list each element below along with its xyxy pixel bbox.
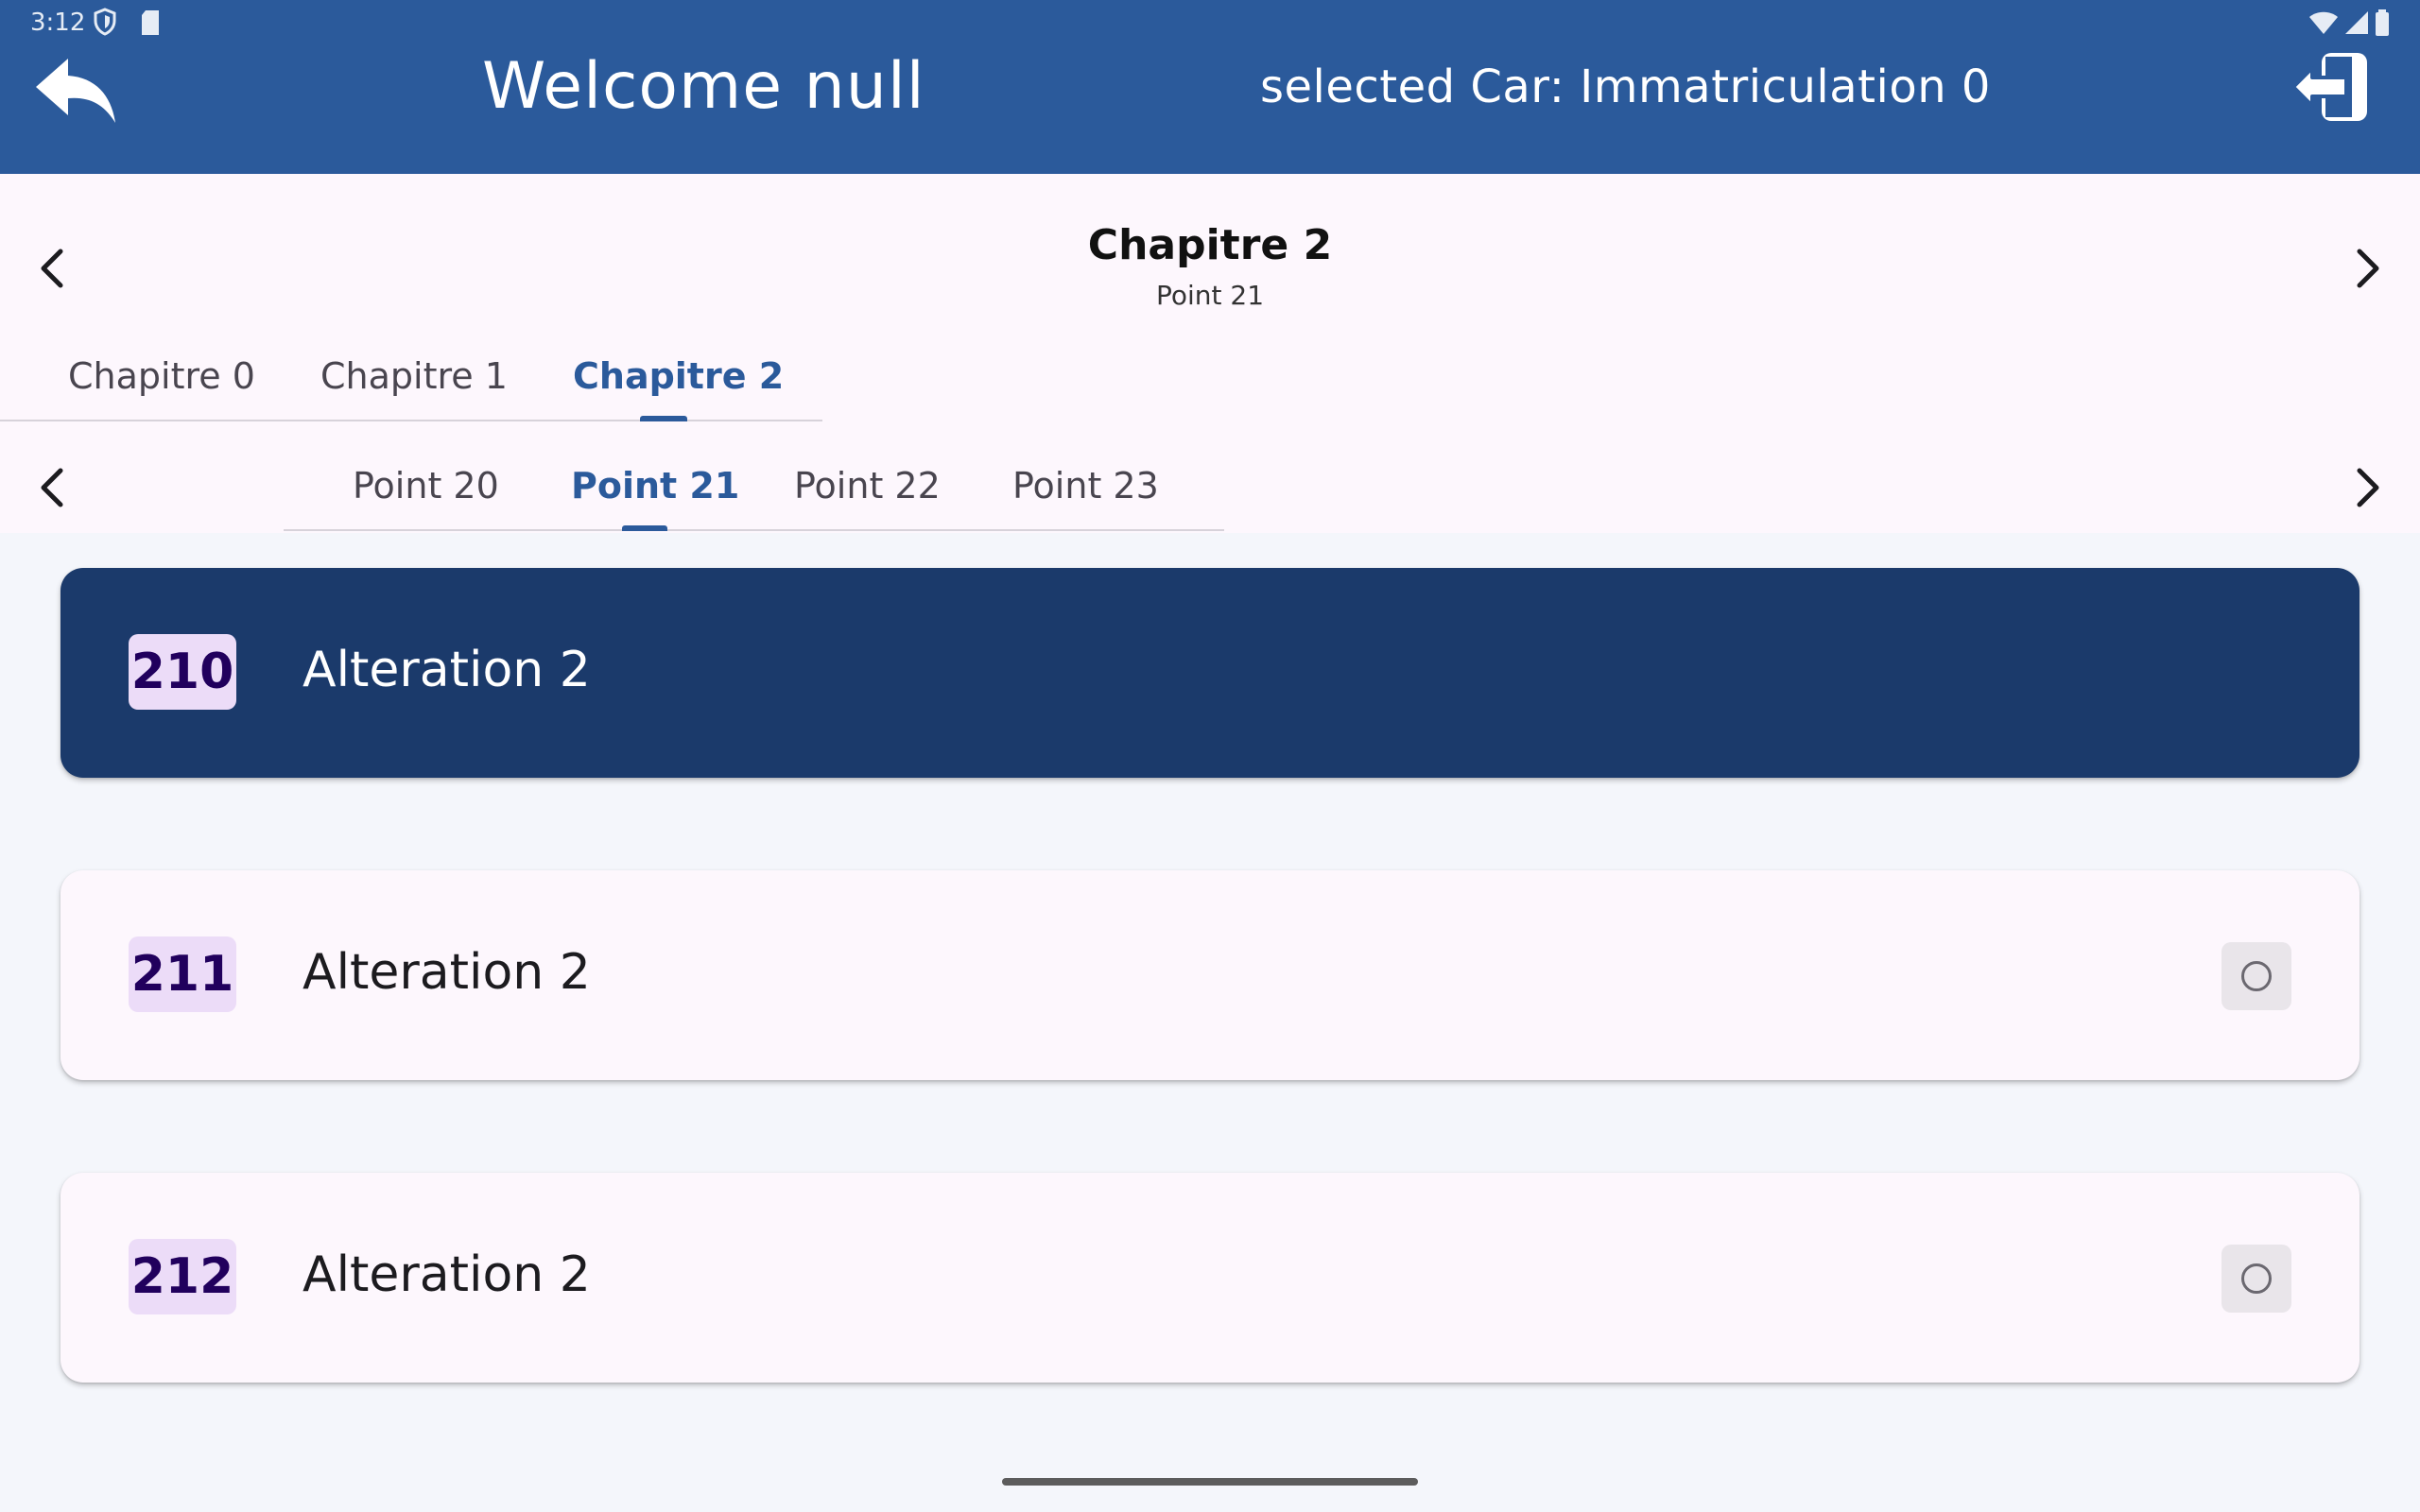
- alteration-label: Alteration 2: [302, 944, 591, 1001]
- alteration-code-badge: 211: [129, 936, 236, 1012]
- prev-point-button[interactable]: [25, 459, 81, 516]
- logout-icon: [2291, 53, 2367, 121]
- alteration-card[interactable]: 212 Alteration 2: [60, 1173, 2360, 1383]
- battery-icon: [2376, 9, 2389, 36]
- tab-point-21[interactable]: Point 21: [571, 459, 739, 531]
- status-bar: 3:12: [0, 0, 2420, 45]
- radio-unchecked-icon: [2241, 1263, 2272, 1294]
- alteration-card[interactable]: 210 Alteration 2: [60, 568, 2360, 778]
- status-indicators: [2308, 9, 2390, 36]
- chapter-title: Chapitre 2: [1087, 221, 1333, 269]
- tab-chapitre-0[interactable]: Chapitre 0: [68, 350, 255, 421]
- alteration-card[interactable]: 211 Alteration 2: [60, 870, 2360, 1080]
- tab-point-23[interactable]: Point 23: [1012, 459, 1159, 531]
- tab-point-22[interactable]: Point 22: [794, 459, 941, 531]
- selected-car-label: selected Car: Immatriculation 0: [1260, 60, 1991, 113]
- app-bar: 3:12 Welcome null selected Car: Immatric…: [0, 0, 2420, 174]
- chapter-tab-indicator: [640, 416, 687, 421]
- alteration-label: Alteration 2: [302, 642, 591, 698]
- welcome-title: Welcome null: [482, 49, 925, 124]
- cellular-signal-icon: [2345, 11, 2368, 34]
- chapter-navigation: Chapitre 2 Point 21 Chapitre 0 Chapitre …: [0, 174, 2420, 533]
- wifi-icon: [2309, 11, 2338, 34]
- alteration-label: Alteration 2: [302, 1246, 591, 1303]
- point-tab-indicator: [622, 525, 667, 531]
- alteration-list: 210 Alteration 2 211 Alteration 2 212 Al…: [0, 533, 2420, 1512]
- chapter-tabs: Chapitre 0 Chapitre 1 Chapitre 2: [0, 350, 822, 421]
- sd-card-icon: [142, 10, 159, 35]
- chevron-right-icon: [2357, 249, 2379, 288]
- tab-chapitre-1[interactable]: Chapitre 1: [320, 350, 508, 421]
- shield-icon: [94, 8, 116, 36]
- chevron-right-icon: [2357, 468, 2379, 507]
- logout-button[interactable]: [2290, 49, 2371, 125]
- tab-chapitre-2[interactable]: Chapitre 2: [573, 350, 784, 421]
- next-chapter-button[interactable]: [2339, 240, 2395, 297]
- alteration-code-badge: 210: [129, 634, 236, 710]
- tab-point-20[interactable]: Point 20: [353, 459, 499, 531]
- point-subtitle: Point 21: [1155, 280, 1265, 311]
- alteration-code-badge: 212: [129, 1239, 236, 1314]
- select-radio-button[interactable]: [2221, 942, 2291, 1010]
- next-point-button[interactable]: [2339, 459, 2395, 516]
- chevron-left-icon: [41, 468, 63, 507]
- back-button[interactable]: [34, 55, 119, 127]
- point-tabs: Point 20 Point 21 Point 22 Point 23: [284, 459, 1224, 531]
- reply-arrow-icon: [36, 59, 115, 123]
- radio-unchecked-icon: [2241, 961, 2272, 991]
- select-radio-button[interactable]: [2221, 1245, 2291, 1313]
- home-indicator[interactable]: [1002, 1478, 1418, 1486]
- status-time: 3:12: [30, 9, 86, 37]
